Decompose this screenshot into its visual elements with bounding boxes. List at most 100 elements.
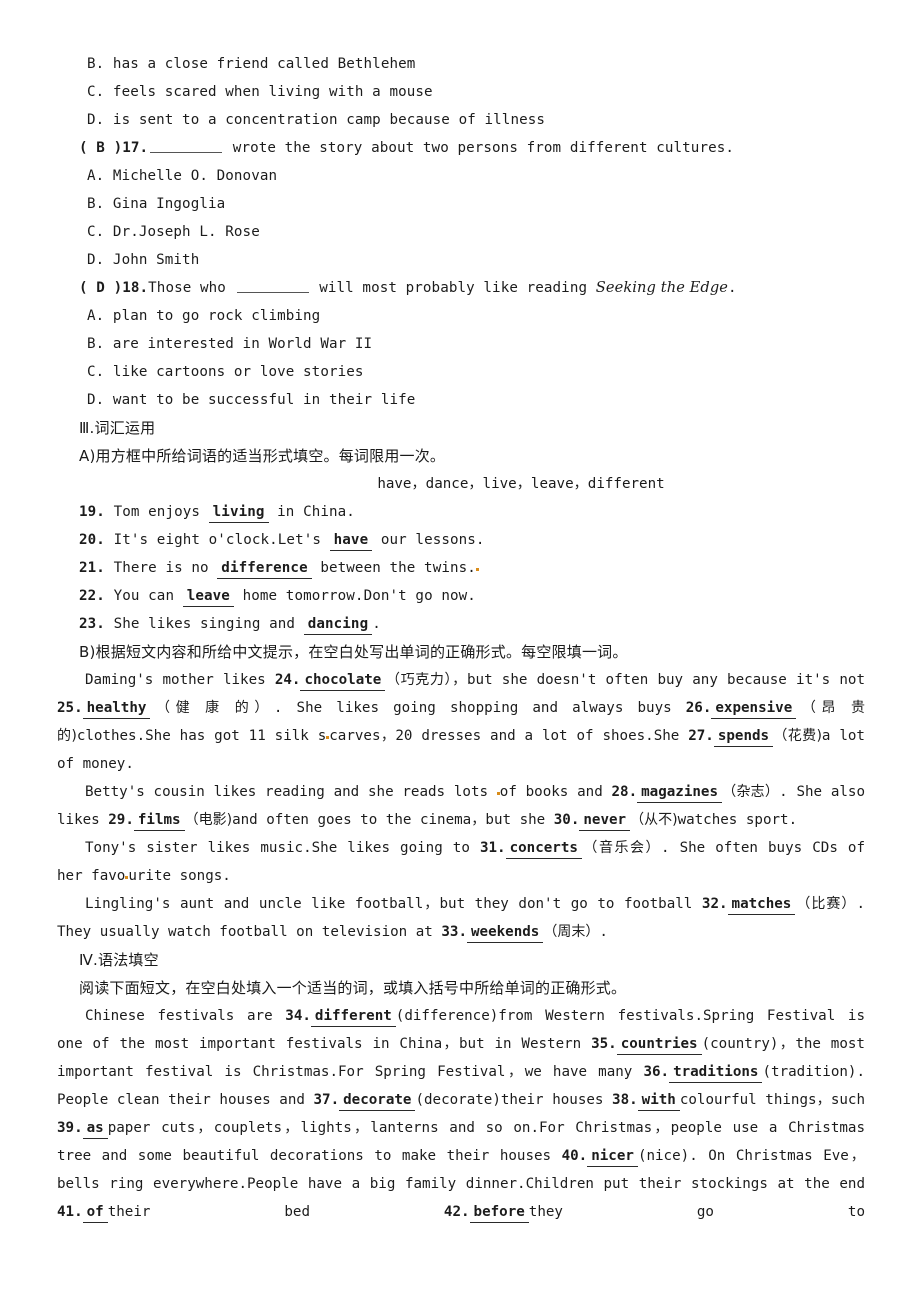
passage-b-paragraph-4: Lingling's aunt and uncle like football，… bbox=[57, 890, 865, 946]
blank-number-35: 35. bbox=[591, 1036, 617, 1052]
item-text-before: Tom enjoys bbox=[113, 504, 209, 520]
blank-number-25: 25. bbox=[57, 700, 83, 716]
section-3-part-b-instruction: B)根据短文内容和所给中文提示，在空白处写出单词的正确形式。每空限填一词。 bbox=[79, 643, 628, 661]
item-answer[interactable]: have bbox=[329, 530, 373, 551]
fill-item-23: 23. She likes singing and dancing. bbox=[57, 610, 865, 638]
item-text-before: She likes singing and bbox=[113, 616, 304, 632]
chinese-hint-27: （花费) bbox=[773, 728, 822, 744]
item-number: 22. bbox=[79, 588, 105, 604]
blank-number-29: 29. bbox=[108, 812, 134, 828]
question-number-17: 17. bbox=[122, 140, 149, 156]
blank-number-33: 33. bbox=[441, 924, 467, 940]
chinese-hint-29: （电影) bbox=[184, 812, 233, 828]
blank-answer-29[interactable]: films bbox=[133, 810, 185, 831]
passage-b-paragraph-1: Daming's mother likes 24. chocolate （巧克力），… bbox=[57, 666, 865, 778]
option-line: D. John Smith bbox=[87, 252, 200, 268]
blank-answer-31[interactable]: concerts bbox=[505, 838, 582, 859]
blank-number-30: 30. bbox=[553, 812, 580, 828]
blank-number-34: 34. bbox=[285, 1008, 311, 1024]
item-answer[interactable]: leave bbox=[182, 586, 234, 607]
blank-answer-28[interactable]: magazines bbox=[637, 782, 723, 803]
blank-answer-41[interactable]: of bbox=[82, 1202, 108, 1223]
item-number: 23. bbox=[79, 616, 105, 632]
blank-number-42: 42. bbox=[443, 1204, 470, 1220]
question-17: ( B )17. wrote the story about two perso… bbox=[57, 134, 865, 162]
passage-text: of books and bbox=[499, 784, 612, 800]
passage-b-paragraph-2: Betty's cousin likes reading and she rea… bbox=[57, 778, 865, 834]
chinese-hint-25: （健 康 的） bbox=[150, 700, 274, 716]
question-18-text-after: will most probably like reading bbox=[310, 280, 596, 296]
item-number: 20. bbox=[79, 532, 105, 548]
item-text-before: It's eight o'clock.Let's bbox=[113, 532, 330, 548]
blank-number-24: 24. bbox=[274, 672, 301, 688]
blank-number-32: 32. bbox=[701, 896, 728, 912]
blank-answer-33[interactable]: weekends bbox=[467, 922, 544, 943]
blank-answer-26[interactable]: expensive bbox=[711, 698, 797, 719]
blank-number-39: 39. bbox=[57, 1120, 83, 1136]
blank-number-27: 27. bbox=[688, 728, 714, 744]
section-4-passage: Chinese festivals are 34. different (diffe… bbox=[57, 1002, 865, 1226]
passage-text: ，but she doesn't often buy any because i… bbox=[452, 672, 865, 688]
section-4-instruction: 阅读下面短文，在空白处填入一个适当的词，或填入括号中所给单词的正确形式。 bbox=[79, 979, 627, 997]
blank-number-36: 36. bbox=[643, 1064, 670, 1080]
question-18-text-before: Those who bbox=[148, 280, 235, 296]
chinese-hint-33: （周末） bbox=[543, 924, 600, 940]
option-line: D. is sent to a concentration camp becau… bbox=[87, 112, 546, 128]
section-3-part-a-instruction: A)用方框中所给词语的适当形式填空。每词限用一次。 bbox=[79, 447, 446, 465]
blank-number-28: 28. bbox=[611, 784, 638, 800]
blank-answer-42[interactable]: before bbox=[469, 1202, 529, 1223]
answer-blank[interactable] bbox=[150, 139, 223, 153]
question-18-trailing: . bbox=[728, 280, 737, 296]
blank-answer-35[interactable]: countries bbox=[616, 1034, 702, 1055]
blank-answer-25[interactable]: healthy bbox=[82, 698, 151, 719]
passage-text: Lingling's aunt and uncle like football，… bbox=[85, 896, 702, 912]
option-line: A. plan to go rock climbing bbox=[87, 308, 321, 324]
option-line: D. want to be successful in their life bbox=[87, 392, 416, 408]
item-number: 19. bbox=[79, 504, 105, 520]
item-answer[interactable]: living bbox=[208, 502, 269, 523]
item-answer[interactable]: difference bbox=[217, 558, 312, 579]
passage-text: urite songs. bbox=[128, 868, 231, 884]
blank-answer-39[interactable]: as bbox=[82, 1118, 108, 1139]
blank-answer-40[interactable]: nicer bbox=[587, 1146, 638, 1167]
blank-answer-36[interactable]: traditions bbox=[669, 1062, 763, 1083]
word-bank: have，dance，live，leave，different bbox=[377, 476, 665, 492]
blank-number-37: 37. bbox=[313, 1092, 340, 1108]
answer-tag-17: ( B ) bbox=[79, 140, 123, 156]
document-body: B. has a close friend called Bethlehem C… bbox=[57, 50, 865, 1226]
blank-answer-27[interactable]: spends bbox=[713, 726, 774, 747]
blank-number-26: 26. bbox=[685, 700, 712, 716]
question-18: ( D )18.Those who will most probably lik… bbox=[57, 274, 865, 302]
blank-answer-24[interactable]: chocolate bbox=[300, 670, 386, 691]
cue-word-36: (tradition) bbox=[762, 1064, 857, 1080]
option-line: C. feels scared when living with a mouse bbox=[87, 84, 433, 100]
blank-answer-37[interactable]: decorate bbox=[339, 1090, 416, 1111]
fill-item-21: 21. There is no difference between the t… bbox=[57, 554, 865, 582]
passage-text: . She likes going shopping and always bu… bbox=[273, 700, 686, 716]
blank-answer-30[interactable]: never bbox=[579, 810, 631, 831]
section-3-heading: Ⅲ.词汇运用 bbox=[79, 419, 156, 437]
blank-number-31: 31. bbox=[479, 840, 506, 856]
item-text-after: home tomorrow.Don't go now. bbox=[233, 588, 476, 604]
blank-answer-32[interactable]: matches bbox=[727, 894, 796, 915]
cue-word-40: (nice) bbox=[637, 1148, 690, 1164]
fill-item-19: 19. Tom enjoys living in China. bbox=[57, 498, 865, 526]
blank-answer-34[interactable]: different bbox=[310, 1006, 396, 1027]
ink-speck bbox=[475, 568, 479, 571]
chinese-hint-32: （比赛） bbox=[795, 896, 857, 912]
cue-word-34: (difference) bbox=[395, 1008, 499, 1024]
passage-text: they go to bbox=[528, 1204, 865, 1220]
blank-answer-38[interactable]: with bbox=[637, 1090, 680, 1111]
passage-b-paragraph-3: Tony's sister likes music.She likes goin… bbox=[57, 834, 865, 890]
item-answer[interactable]: dancing bbox=[303, 614, 373, 635]
section-4-heading: Ⅳ.语法填空 bbox=[79, 951, 159, 969]
option-line: B. has a close friend called Bethlehem bbox=[87, 56, 416, 72]
question-number-18: 18. bbox=[122, 280, 149, 296]
passage-text: carves，20 dresses and a lot of shoes.She bbox=[329, 728, 689, 744]
fill-item-20: 20. It's eight o'clock.Let's have our le… bbox=[57, 526, 865, 554]
chinese-hint-28: （杂志） bbox=[722, 784, 780, 800]
option-line: B. Gina Ingoglia bbox=[87, 196, 226, 212]
answer-blank[interactable] bbox=[236, 279, 309, 293]
cue-word-35: (country) bbox=[701, 1036, 779, 1052]
blank-number-38: 38. bbox=[612, 1092, 638, 1108]
